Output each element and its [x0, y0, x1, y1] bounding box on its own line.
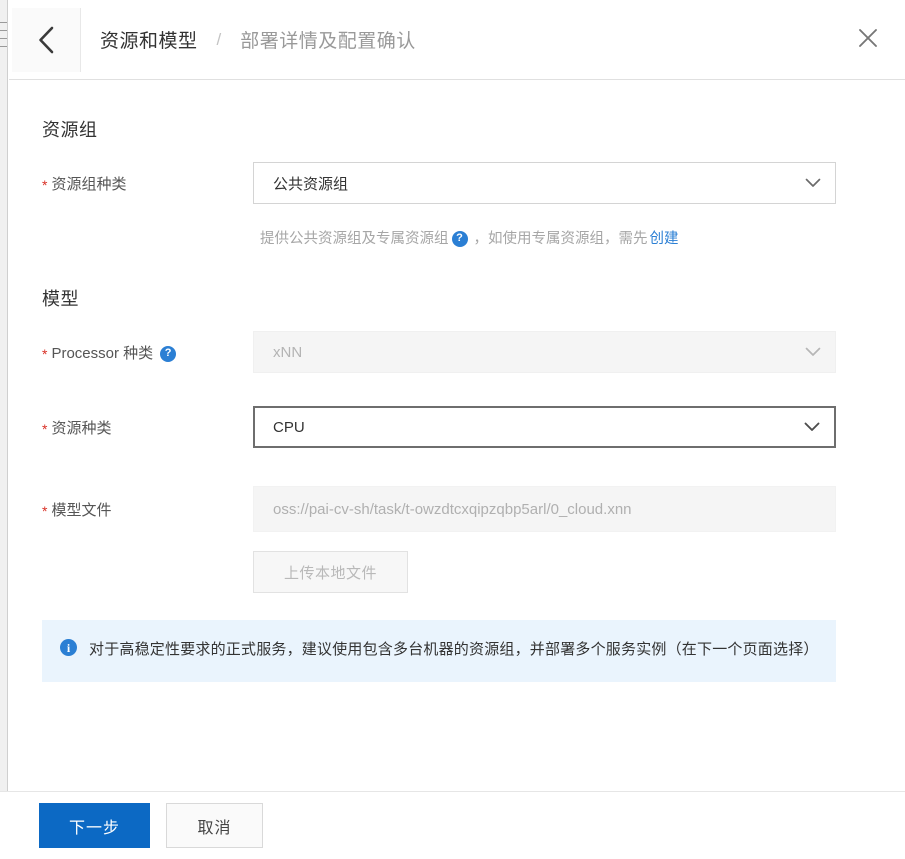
section-title-resource-group: 资源组 [42, 120, 98, 140]
label-resource-type: * 资源种类 [42, 417, 242, 438]
select-processor-type: xNN [253, 331, 836, 373]
drawer-header: 资源和模型 / 部署详情及配置确认 [9, 0, 905, 80]
breadcrumb-item-current[interactable]: 资源和模型 [100, 26, 198, 53]
label-text: 资源组种类 [51, 176, 127, 193]
form-body: 资源组 * 资源组种类 公共资源组 提供公共资源组及专属资源组 ? ，如使用专属… [9, 80, 905, 791]
required-marker: * [42, 502, 48, 519]
hint-middle: ，如使用专属资源组，需先 [473, 231, 648, 247]
select-value: 公共资源组 [273, 175, 349, 193]
required-marker: * [42, 420, 48, 437]
close-icon [856, 26, 880, 55]
hint-prefix: 提供公共资源组及专属资源组 [260, 231, 449, 247]
drawer-footer: 下一步 取消 [0, 791, 905, 859]
control-resource-group-type: 公共资源组 [253, 162, 836, 204]
select-resource-type[interactable]: CPU [253, 406, 836, 448]
upload-local-file-button: 上传本地文件 [253, 551, 408, 593]
chevron-down-icon [804, 419, 820, 436]
label-text: 模型文件 [51, 502, 112, 519]
select-value: CPU [273, 418, 305, 436]
chevron-left-icon [35, 25, 57, 55]
breadcrumb-separator: / [216, 29, 222, 49]
control-model-file: oss://pai-cv-sh/task/t-owzdtcxqipzqbp5ar… [253, 486, 836, 593]
label-text: Processor 种类 [51, 345, 154, 362]
required-marker: * [42, 176, 48, 193]
background-fragment [0, 38, 7, 39]
label-processor-type: * Processor 种类 ? [42, 342, 242, 363]
background-fragment [0, 22, 7, 23]
breadcrumb: 资源和模型 / 部署详情及配置确认 [100, 0, 416, 79]
label-resource-group-type: * 资源组种类 [42, 173, 242, 194]
select-value: xNN [273, 343, 303, 361]
chevron-down-icon [805, 175, 821, 192]
control-resource-type: CPU [253, 406, 836, 448]
background-fragment [0, 46, 7, 47]
cancel-button[interactable]: 取消 [166, 803, 263, 848]
close-button[interactable] [852, 24, 884, 56]
info-icon: i [60, 639, 77, 656]
label-text: 资源种类 [51, 420, 112, 437]
model-file-value: oss://pai-cv-sh/task/t-owzdtcxqipzqbp5ar… [273, 500, 632, 518]
label-model-file: * 模型文件 [42, 499, 242, 520]
select-resource-group-type[interactable]: 公共资源组 [253, 162, 836, 204]
deploy-wizard-drawer: 资源和模型 / 部署详情及配置确认 资源组 * 资源组种类 公共资源组 提供公共… [9, 0, 905, 859]
background-page-sliver [0, 0, 8, 791]
required-marker: * [42, 345, 48, 362]
help-icon[interactable]: ? [451, 230, 468, 247]
info-banner-text: 对于高稳定性要求的正式服务，建议使用包含多台机器的资源组，并部署多个服务实例（在… [89, 641, 819, 658]
help-icon[interactable]: ? [160, 345, 177, 362]
next-step-button[interactable]: 下一步 [39, 803, 150, 848]
hint-resource-group: 提供公共资源组及专属资源组 ? ，如使用专属资源组，需先 创建 [260, 227, 679, 248]
section-title-model: 模型 [42, 289, 79, 309]
background-fragment [0, 30, 7, 31]
info-banner: i 对于高稳定性要求的正式服务，建议使用包含多台机器的资源组，并部署多个服务实例… [42, 620, 836, 682]
create-resource-group-link[interactable]: 创建 [650, 227, 679, 248]
control-processor-type: xNN [253, 331, 836, 373]
back-button[interactable] [12, 8, 81, 72]
model-file-input: oss://pai-cv-sh/task/t-owzdtcxqipzqbp5ar… [253, 486, 836, 532]
upload-button-wrapper: 上传本地文件 [253, 551, 836, 593]
breadcrumb-item-next: 部署详情及配置确认 [240, 31, 416, 52]
chevron-down-icon [805, 344, 821, 361]
